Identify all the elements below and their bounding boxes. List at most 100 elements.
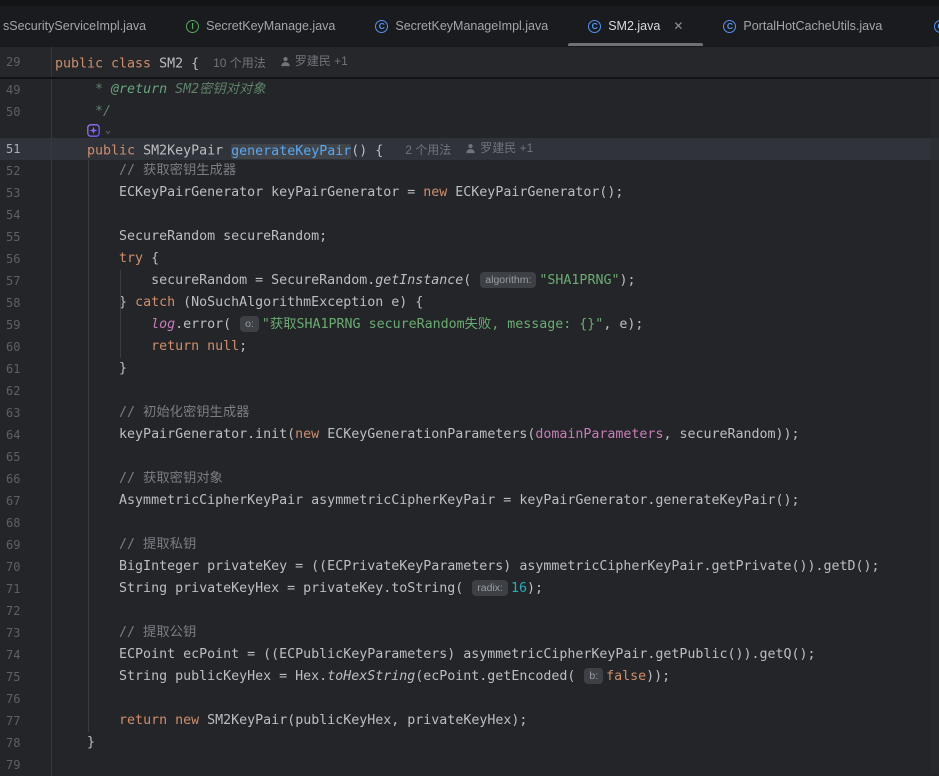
- line-number[interactable]: 69: [0, 534, 52, 556]
- tab-clipped[interactable]: C: [924, 6, 939, 46]
- code-line[interactable]: [52, 380, 939, 402]
- code-token: "获取SHA1PRNG secureRandom失败, message: {}": [262, 317, 603, 332]
- line-number[interactable]: 53: [0, 182, 52, 204]
- line-number[interactable]: 60: [0, 336, 52, 358]
- code-token: }: [55, 295, 135, 310]
- code-line[interactable]: BigInteger privateKey = ((ECPrivateKeyPa…: [52, 556, 939, 578]
- line-number[interactable]: 49: [0, 79, 52, 101]
- close-icon[interactable]: ✕: [673, 20, 683, 32]
- code-line[interactable]: // 初始化密钥生成器: [52, 402, 939, 424]
- line-number[interactable]: 74: [0, 644, 52, 666]
- chevron-down-icon[interactable]: ⌄: [105, 126, 111, 136]
- code-line[interactable]: // 获取密钥对象: [52, 468, 939, 490]
- line-number[interactable]: 75: [0, 666, 52, 688]
- indent-guide: [88, 160, 89, 732]
- code-line[interactable]: [52, 512, 939, 534]
- code-line[interactable]: try {: [52, 248, 939, 270]
- code-line[interactable]: AsymmetricCipherKeyPair asymmetricCipher…: [52, 490, 939, 512]
- code-line[interactable]: public class SM2 {10 个用法罗建民 +1: [52, 47, 939, 77]
- code-token: String publicKeyHex = Hex.: [55, 669, 327, 684]
- line-number[interactable]: 51: [0, 138, 52, 160]
- line-number[interactable]: 67: [0, 490, 52, 512]
- code-line[interactable]: [52, 446, 939, 468]
- line-number[interactable]: 76: [0, 688, 52, 710]
- code-line[interactable]: }: [52, 358, 939, 380]
- line-number[interactable]: 50: [0, 101, 52, 123]
- line-number[interactable]: 56: [0, 248, 52, 270]
- code-token: getInstance: [375, 273, 463, 288]
- code-token: [167, 713, 175, 728]
- code-line[interactable]: keyPairGenerator.init(new ECKeyGeneratio…: [52, 424, 939, 446]
- code-line[interactable]: [52, 204, 939, 226]
- code-line[interactable]: // 提取公钥: [52, 622, 939, 644]
- code-token: ECKeyPairGenerator();: [447, 185, 623, 200]
- code-line[interactable]: [52, 688, 939, 710]
- code-token: String privateKeyHex = privateKey.toStri…: [55, 581, 471, 596]
- line-number[interactable]: 62: [0, 380, 52, 402]
- code-line[interactable]: return new SM2KeyPair(publicKeyHex, priv…: [52, 710, 939, 732]
- line-number[interactable]: 59: [0, 314, 52, 336]
- line-number[interactable]: 70: [0, 556, 52, 578]
- author-hint[interactable]: 罗建民 +1: [465, 138, 533, 159]
- tab-secretkeymanageimpl-java[interactable]: CSecretKeyManageImpl.java: [355, 6, 568, 46]
- line-number[interactable]: 72: [0, 600, 52, 622]
- code-line[interactable]: SecureRandom secureRandom;: [52, 226, 939, 248]
- code-token: [55, 339, 151, 354]
- code-line[interactable]: }: [52, 732, 939, 754]
- line-number[interactable]: 68: [0, 512, 52, 534]
- line-number[interactable]: 54: [0, 204, 52, 226]
- code-line[interactable]: // 提取私钥: [52, 534, 939, 556]
- code-line[interactable]: return null;: [52, 336, 939, 358]
- code-token: // 提取私钥: [55, 537, 196, 552]
- line-number[interactable]: 78: [0, 732, 52, 754]
- line-number[interactable]: 71: [0, 578, 52, 600]
- tab-sm2-java[interactable]: CSM2.java✕: [568, 6, 703, 46]
- line-number[interactable]: 55: [0, 226, 52, 248]
- line-number[interactable]: 57: [0, 270, 52, 292]
- line-number[interactable]: 66: [0, 468, 52, 490]
- ai-actions-row[interactable]: ⌄: [52, 123, 939, 138]
- code-line[interactable]: // 获取密钥生成器: [52, 160, 939, 182]
- code-line[interactable]: } catch (NoSuchAlgorithmException e) {: [52, 292, 939, 314]
- code-line[interactable]: secureRandom = SecureRandom.getInstance(…: [52, 270, 939, 292]
- code-token: SM2 {: [151, 57, 199, 72]
- tab-portalhotcacheutils-java[interactable]: CPortalHotCacheUtils.java: [703, 6, 902, 46]
- code-line[interactable]: ECKeyPairGenerator keyPairGenerator = ne…: [52, 182, 939, 204]
- code-line[interactable]: public SM2KeyPair generateKeyPair() { 2 …: [52, 138, 939, 160]
- code-line[interactable]: ECPoint ecPoint = ((ECPublicKeyParameter…: [52, 644, 939, 666]
- usages-hint-label: 10 个用法: [213, 48, 266, 78]
- code-line[interactable]: [52, 754, 939, 776]
- code-token: () {: [351, 144, 391, 159]
- code-line[interactable]: String privateKeyHex = privateKey.toStri…: [52, 578, 939, 600]
- usages-hint[interactable]: 2 个用法: [405, 139, 451, 161]
- code-token: SecureRandom secureRandom;: [55, 229, 327, 244]
- parameter-hint: o:: [240, 316, 259, 332]
- line-number[interactable]: 29: [0, 47, 52, 77]
- author-hint[interactable]: 罗建民 +1: [280, 47, 348, 76]
- line-number[interactable]: 77: [0, 710, 52, 732]
- line-number[interactable]: 73: [0, 622, 52, 644]
- tab-ssecurityserviceimpl-java[interactable]: sSecurityServiceImpl.java: [0, 6, 166, 46]
- code-line[interactable]: */: [52, 101, 939, 123]
- line-number[interactable]: 58: [0, 292, 52, 314]
- code-line[interactable]: [52, 600, 939, 622]
- usages-hint[interactable]: 10 个用法: [213, 48, 266, 78]
- line-number[interactable]: 79: [0, 754, 52, 776]
- scrollbar-track[interactable]: [931, 46, 939, 774]
- code-line[interactable]: * @return SM2密钥对对象: [52, 79, 939, 101]
- code-token: log: [151, 317, 175, 332]
- code-line[interactable]: log.error( o:"获取SHA1PRNG secureRandom失败,…: [52, 314, 939, 336]
- code-token: // 获取密钥生成器: [55, 163, 236, 178]
- tab-secretkeymanage-java[interactable]: ISecretKeyManage.java: [166, 6, 355, 46]
- ai-assistant-icon[interactable]: [87, 124, 100, 137]
- line-number[interactable]: 64: [0, 424, 52, 446]
- tab-label: PortalHotCacheUtils.java: [743, 19, 882, 33]
- sticky-header-line: 29public class SM2 {10 个用法罗建民 +1: [0, 47, 939, 79]
- method-name-highlighted: generateKeyPair: [231, 144, 351, 159]
- code-line[interactable]: String publicKeyHex = Hex.toHexString(ec…: [52, 666, 939, 688]
- line-number[interactable]: 61: [0, 358, 52, 380]
- line-number[interactable]: [0, 123, 52, 138]
- line-number[interactable]: 63: [0, 402, 52, 424]
- line-number[interactable]: 65: [0, 446, 52, 468]
- line-number[interactable]: 52: [0, 160, 52, 182]
